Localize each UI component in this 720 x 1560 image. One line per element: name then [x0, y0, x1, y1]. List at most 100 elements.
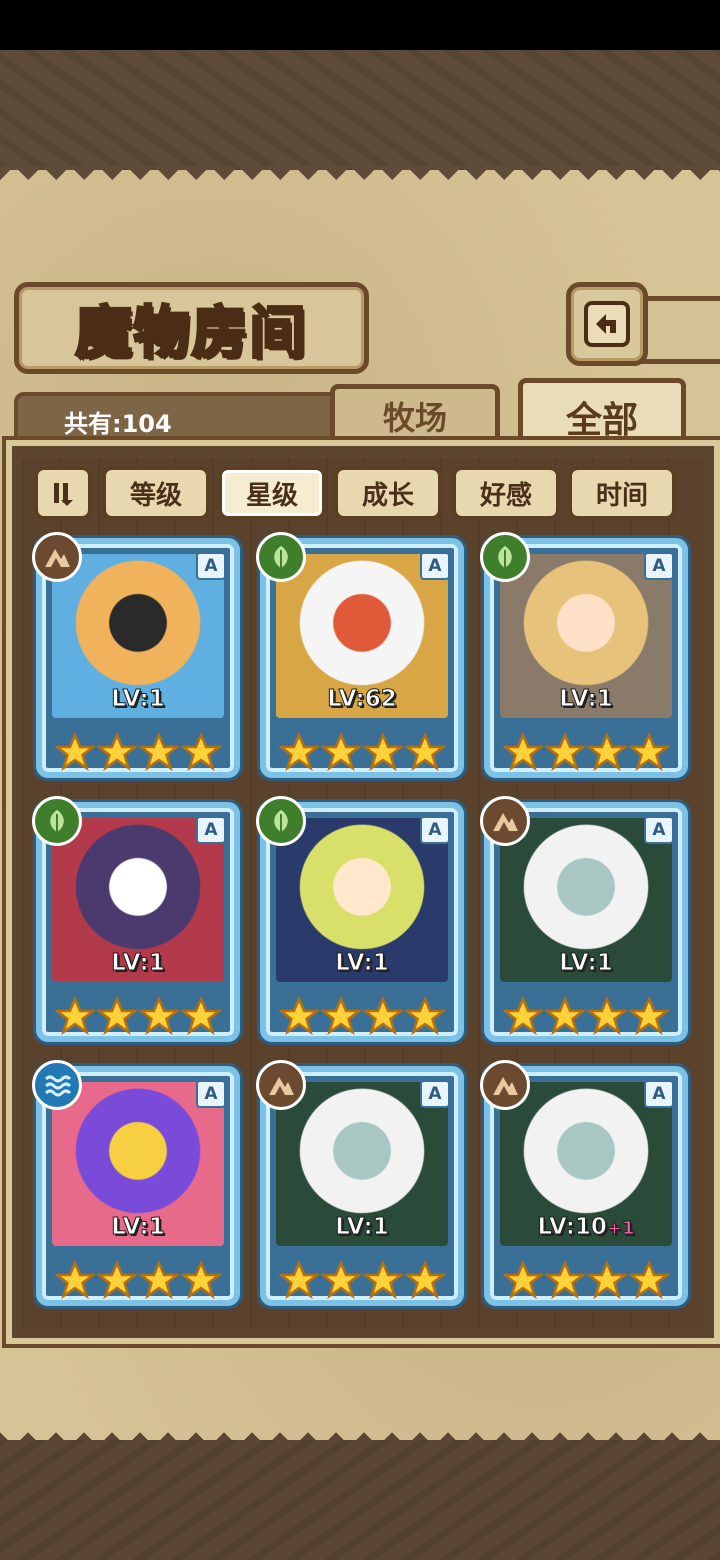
monster-count: 共有:104 — [64, 410, 172, 438]
tab-all-label: 全部 — [565, 400, 638, 441]
level-value: LV:1 — [335, 1214, 389, 1241]
rank-label: A — [428, 556, 442, 576]
star-rating — [484, 731, 688, 772]
filter-affection-button[interactable]: 好感 — [452, 466, 560, 520]
filter-level-label: 等级 — [129, 480, 182, 511]
monster-card[interactable]: A LV:62 — [256, 532, 464, 778]
filter-affection-label: 好感 — [479, 480, 532, 511]
rank-badge: A — [196, 552, 226, 580]
star-icon — [361, 995, 405, 1036]
star-rating — [36, 731, 240, 772]
monster-card[interactable]: A LV:1 — [480, 796, 688, 1042]
filter-star-label: 星级 — [245, 480, 298, 511]
rank-label: A — [428, 1084, 442, 1104]
earth-attribute-icon — [32, 532, 82, 582]
star-icon — [543, 995, 587, 1036]
wood-attribute-icon — [32, 796, 82, 846]
rank-badge: A — [196, 816, 226, 844]
rank-label: A — [652, 820, 666, 840]
back-arrow-icon — [584, 301, 630, 347]
earth-attribute-icon — [256, 1060, 306, 1110]
rank-badge: A — [420, 552, 450, 580]
filter-time-label: 时间 — [595, 480, 648, 511]
rank-label: A — [652, 556, 666, 576]
monster-card[interactable]: A LV:1 — [256, 796, 464, 1042]
star-icon — [403, 995, 447, 1036]
star-icon — [179, 995, 223, 1036]
rank-label: A — [204, 820, 218, 840]
star-icon — [95, 995, 139, 1036]
star-rating — [260, 1259, 464, 1300]
back-button[interactable] — [566, 282, 648, 366]
monster-card[interactable]: A LV:1 — [256, 1060, 464, 1306]
star-rating — [36, 995, 240, 1036]
level-bonus: +1 — [606, 1218, 635, 1240]
sort-order-button[interactable] — [34, 466, 92, 520]
star-icon — [501, 1259, 545, 1300]
wood-attribute-icon — [480, 532, 530, 582]
star-icon — [277, 1259, 321, 1300]
star-icon — [403, 1259, 447, 1300]
star-icon — [319, 731, 363, 772]
rank-label: A — [652, 1084, 666, 1104]
rank-badge: A — [196, 1080, 226, 1108]
rank-badge: A — [420, 816, 450, 844]
star-rating — [260, 995, 464, 1036]
star-rating — [484, 995, 688, 1036]
monster-card[interactable]: A LV:1 — [32, 1060, 240, 1306]
monster-level: LV:1 — [36, 686, 240, 713]
star-icon — [53, 1259, 97, 1300]
monster-level: LV:10+1 — [484, 1214, 688, 1241]
star-icon — [319, 995, 363, 1036]
monster-level: LV:1 — [484, 686, 688, 713]
map-background-bottom — [0, 1440, 720, 1560]
star-icon — [403, 731, 447, 772]
status-bar — [0, 0, 720, 50]
star-icon — [543, 1259, 587, 1300]
wood-attribute-icon — [256, 796, 306, 846]
tab-ranch[interactable]: 牧场 — [330, 384, 500, 443]
star-icon — [179, 1259, 223, 1300]
level-value: LV:1 — [111, 1214, 165, 1241]
map-background-top — [0, 50, 720, 170]
monster-card[interactable]: A LV:1 — [32, 796, 240, 1042]
star-icon — [53, 731, 97, 772]
filter-star-button[interactable]: 星级 — [218, 466, 326, 520]
star-icon — [501, 995, 545, 1036]
star-icon — [585, 1259, 629, 1300]
filter-growth-button[interactable]: 成长 — [334, 466, 442, 520]
filter-time-button[interactable]: 时间 — [568, 466, 676, 520]
star-icon — [361, 1259, 405, 1300]
monster-level: LV:1 — [36, 950, 240, 977]
rank-badge: A — [644, 1080, 674, 1108]
wood-attribute-icon — [256, 532, 306, 582]
monster-card[interactable]: A LV:1 — [32, 532, 240, 778]
star-icon — [137, 1259, 181, 1300]
filter-level-button[interactable]: 等级 — [102, 466, 210, 520]
star-icon — [627, 731, 671, 772]
monster-card[interactable]: A LV:1 — [480, 532, 688, 778]
monster-card[interactable]: A LV:10+1 — [480, 1060, 688, 1306]
level-value: LV:62 — [327, 686, 397, 713]
water-attribute-icon — [32, 1060, 82, 1110]
rank-label: A — [204, 1084, 218, 1104]
star-icon — [543, 731, 587, 772]
earth-attribute-icon — [480, 796, 530, 846]
star-icon — [627, 1259, 671, 1300]
star-icon — [361, 731, 405, 772]
monster-level: LV:1 — [484, 950, 688, 977]
rank-badge: A — [644, 816, 674, 844]
star-icon — [319, 1259, 363, 1300]
level-value: LV:1 — [559, 686, 613, 713]
tab-ranch-label: 牧场 — [382, 399, 447, 437]
star-icon — [585, 731, 629, 772]
level-value: LV:1 — [559, 950, 613, 977]
star-icon — [53, 995, 97, 1036]
star-icon — [179, 731, 223, 772]
star-icon — [277, 995, 321, 1036]
torn-edge-top — [0, 166, 720, 194]
star-icon — [137, 731, 181, 772]
rank-label: A — [428, 820, 442, 840]
level-value: LV:1 — [335, 950, 389, 977]
star-icon — [585, 995, 629, 1036]
